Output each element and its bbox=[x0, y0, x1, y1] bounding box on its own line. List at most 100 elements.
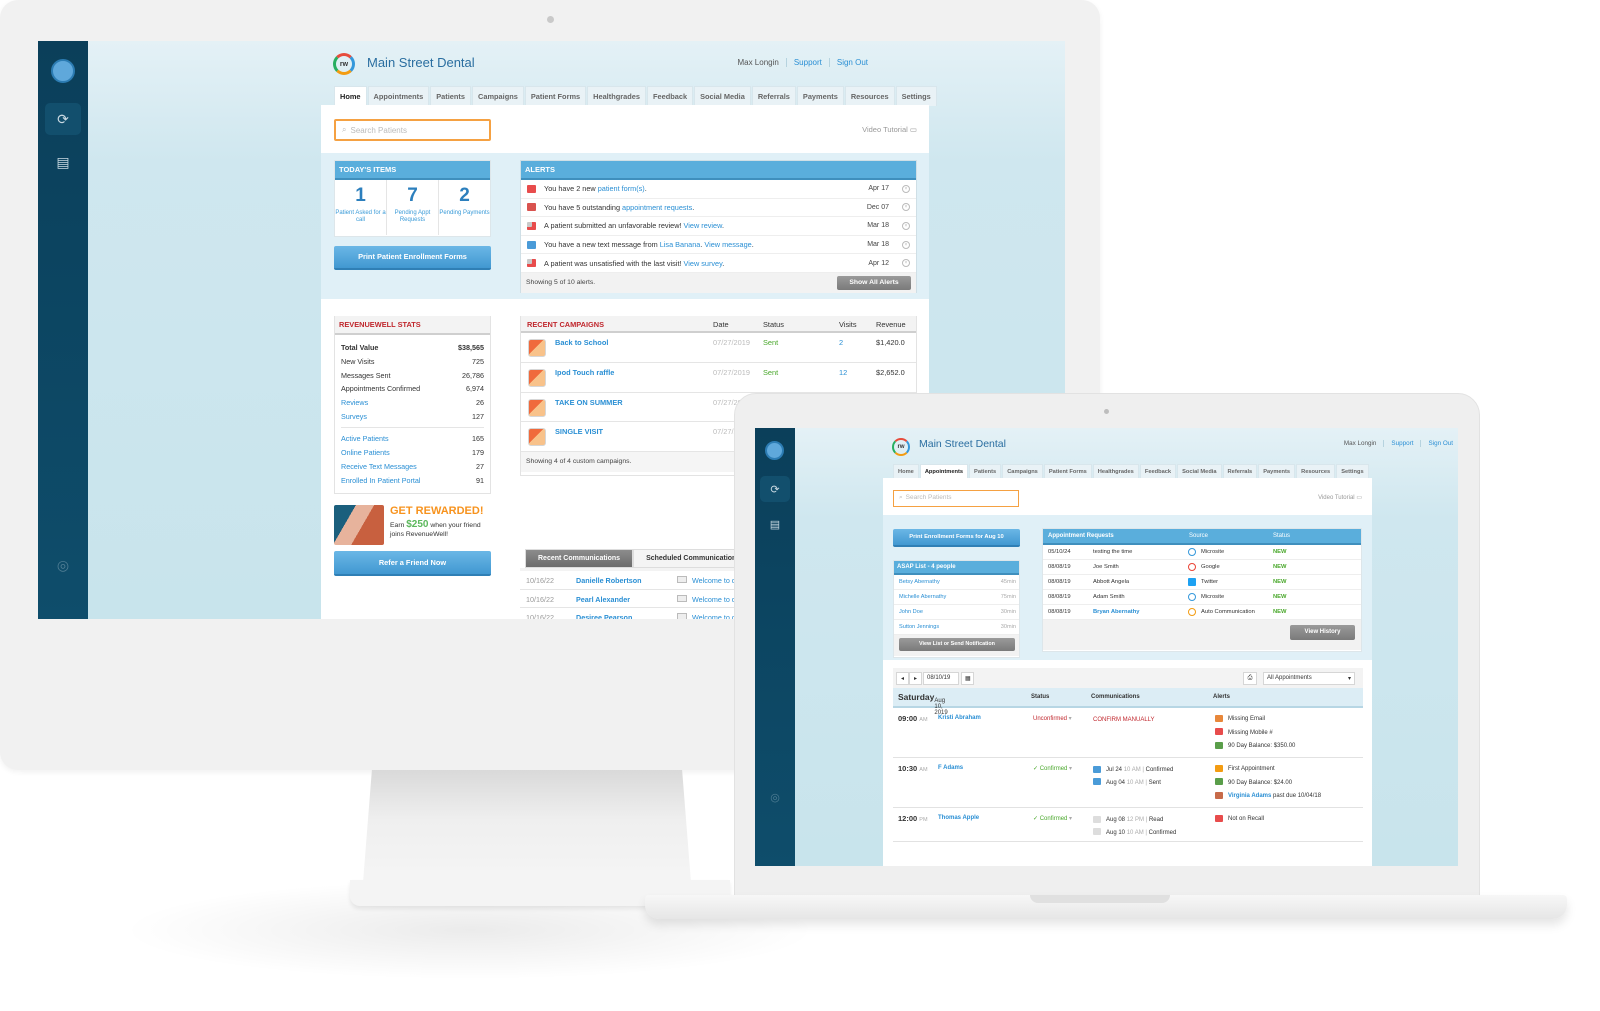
comm-patient[interactable]: Pearl Alexander bbox=[576, 595, 630, 604]
stat-row[interactable]: Reviews 26 bbox=[335, 396, 490, 410]
stat-row[interactable]: Active Patients 165 bbox=[335, 432, 490, 446]
dismiss-icon[interactable]: × bbox=[902, 184, 910, 193]
revenuewell-logo-icon[interactable]: ⟳ bbox=[45, 103, 81, 135]
tab-patient-forms[interactable]: Patient Forms bbox=[524, 86, 587, 106]
tab-resources[interactable]: Resources bbox=[844, 86, 895, 106]
alert-link[interactable]: View message bbox=[704, 240, 751, 249]
patient-name[interactable]: F Adams bbox=[938, 765, 963, 771]
tab-campaigns[interactable]: Campaigns bbox=[1002, 464, 1043, 479]
tab-settings[interactable]: Settings bbox=[1336, 464, 1369, 479]
search-input[interactable]: ⌕ Search Patients bbox=[893, 490, 1019, 507]
request-row[interactable]: 08/08/19 Adam Smith Microsite NEW bbox=[1043, 590, 1361, 605]
revenuewell-logo-icon[interactable]: ⟳ bbox=[760, 476, 790, 502]
next-day-button[interactable]: ▸ bbox=[909, 672, 922, 685]
campaign-name[interactable]: Back to School bbox=[555, 338, 608, 347]
alert-link[interactable]: View review bbox=[684, 221, 722, 230]
asap-row[interactable]: Betsy Abernathy 45min bbox=[894, 575, 1019, 590]
appointment-status-select[interactable]: ✓ Confirmed ▾ bbox=[1033, 765, 1072, 772]
refer-friend-button[interactable]: Refer a Friend Now bbox=[334, 551, 491, 576]
today-item[interactable]: 7 Pending Appt Requests bbox=[387, 180, 439, 235]
request-row[interactable]: 05/10/24 testing the time Microsite NEW bbox=[1043, 545, 1361, 560]
appointment-status-select[interactable]: Unconfirmed ▾ bbox=[1033, 715, 1072, 722]
alert-link[interactable]: appointment requests bbox=[622, 203, 692, 212]
tab-payments[interactable]: Payments bbox=[1258, 464, 1296, 479]
asap-row[interactable]: John Doe 30min bbox=[894, 605, 1019, 620]
stat-row[interactable]: Online Patients 179 bbox=[335, 446, 490, 460]
tab-patient-forms[interactable]: Patient Forms bbox=[1043, 464, 1092, 479]
user-name[interactable]: Max Longin bbox=[1337, 440, 1384, 447]
dismiss-icon[interactable]: × bbox=[902, 203, 910, 212]
request-row[interactable]: 08/08/19 Joe Smith Google NEW bbox=[1043, 560, 1361, 575]
family-member-link[interactable]: Virginia Adams bbox=[1228, 793, 1271, 799]
alert-link[interactable]: patient form(s) bbox=[598, 184, 645, 193]
tab-social-media[interactable]: Social Media bbox=[694, 86, 751, 106]
tab-feedback[interactable]: Feedback bbox=[1139, 464, 1177, 479]
tab-appointments[interactable]: Appointments bbox=[919, 464, 969, 479]
print-enrollment-forms-button[interactable]: Print Patient Enrollment Forms bbox=[334, 246, 491, 270]
calendar-icon[interactable]: ▦ bbox=[961, 672, 974, 685]
comm-patient[interactable]: Desiree Pearson bbox=[576, 613, 632, 619]
stat-row[interactable]: Receive Text Messages 27 bbox=[335, 460, 490, 474]
campaign-visits[interactable]: 2 bbox=[839, 338, 843, 347]
sign-out-link[interactable]: Sign Out bbox=[1420, 440, 1458, 447]
dismiss-icon[interactable]: × bbox=[902, 259, 910, 268]
tab-campaigns[interactable]: Campaigns bbox=[472, 86, 524, 106]
tab-referrals[interactable]: Referrals bbox=[751, 86, 796, 106]
patient-name[interactable]: Kristi Abraham bbox=[938, 715, 981, 721]
appointment-status-select[interactable]: ✓ Confirmed ▾ bbox=[1033, 815, 1072, 822]
sign-out-link[interactable]: Sign Out bbox=[828, 58, 875, 67]
chat-icon[interactable]: ▤ bbox=[760, 511, 790, 537]
request-name[interactable]: Bryan Abernathy bbox=[1093, 609, 1140, 615]
tab-home[interactable]: Home bbox=[893, 464, 919, 479]
campaign-name[interactable]: Ipod Touch raffle bbox=[555, 368, 614, 377]
tab-payments[interactable]: Payments bbox=[796, 86, 844, 106]
stat-row[interactable]: Surveys 127 bbox=[335, 409, 490, 423]
support-link[interactable]: Support bbox=[1383, 440, 1420, 447]
alert-link[interactable]: Lisa Banana bbox=[660, 240, 701, 249]
campaign-name[interactable]: TAKE ON SUMMER bbox=[555, 398, 623, 407]
alert-link[interactable]: View survey bbox=[684, 259, 723, 268]
campaign-visits[interactable]: 12 bbox=[839, 368, 847, 377]
tab-healthgrades[interactable]: Healthgrades bbox=[1092, 464, 1139, 479]
tab-patients[interactable]: Patients bbox=[969, 464, 1002, 479]
campaign-name[interactable]: SINGLE VISIT bbox=[555, 427, 603, 436]
print-icon[interactable]: ⎙ bbox=[1243, 672, 1257, 685]
video-tutorial-link[interactable]: Video Tutorial ▭ bbox=[862, 125, 917, 134]
comm-patient[interactable]: Danielle Robertson bbox=[576, 576, 642, 585]
today-item[interactable]: 1 Patient Asked for a call bbox=[335, 180, 387, 235]
tab-home[interactable]: Home bbox=[334, 86, 367, 106]
tab-settings[interactable]: Settings bbox=[895, 86, 937, 106]
prev-day-button[interactable]: ◂ bbox=[896, 672, 909, 685]
search-input[interactable]: ⌕ Search Patients bbox=[334, 119, 491, 141]
view-history-button[interactable]: View History bbox=[1290, 625, 1355, 640]
dismiss-icon[interactable]: × bbox=[902, 221, 910, 230]
support-link[interactable]: Support bbox=[785, 58, 829, 67]
tab-resources[interactable]: Resources bbox=[1296, 464, 1336, 479]
user-name[interactable]: Max Longin bbox=[730, 58, 785, 67]
tab-feedback[interactable]: Feedback bbox=[646, 86, 694, 106]
tab-patients[interactable]: Patients bbox=[430, 86, 471, 106]
user-avatar-icon[interactable] bbox=[51, 59, 75, 83]
tab-appointments[interactable]: Appointments bbox=[367, 86, 430, 106]
confirm-manually-link[interactable]: CONFIRM MANUALLY bbox=[1093, 717, 1155, 723]
tab-social-media[interactable]: Social Media bbox=[1177, 464, 1222, 479]
stat-row[interactable]: Enrolled In Patient Portal 91 bbox=[335, 473, 490, 487]
chat-icon[interactable]: ▤ bbox=[45, 146, 81, 178]
asap-row[interactable]: Michelle Abernathy 75min bbox=[894, 590, 1019, 605]
video-tutorial-link[interactable]: Video Tutorial ▭ bbox=[1318, 494, 1362, 501]
request-row[interactable]: 08/08/19 Bryan Abernathy Auto Communicatio… bbox=[1043, 605, 1361, 620]
date-input[interactable]: 08/10/19 bbox=[923, 672, 959, 685]
user-avatar-icon[interactable] bbox=[765, 441, 784, 460]
tab-recent-communications[interactable]: Recent Communications bbox=[525, 549, 634, 568]
tab-referrals[interactable]: Referrals bbox=[1222, 464, 1258, 479]
print-enrollment-forms-button[interactable]: Print Enrollment Forms for Aug 10 bbox=[893, 529, 1020, 547]
patient-name[interactable]: Thomas Apple bbox=[938, 815, 979, 821]
request-row[interactable]: 08/08/19 Abbott Angela Twitter NEW bbox=[1043, 575, 1361, 590]
tab-healthgrades[interactable]: Healthgrades bbox=[587, 86, 646, 106]
asap-row[interactable]: Sutton Jennings 30min bbox=[894, 620, 1019, 635]
dismiss-icon[interactable]: × bbox=[902, 240, 910, 249]
appointments-filter-select[interactable]: All Appointments ▾ bbox=[1263, 672, 1355, 685]
view-list-send-notification-button[interactable]: View List or Send Notification bbox=[899, 638, 1015, 651]
show-all-alerts-button[interactable]: Show All Alerts bbox=[837, 275, 911, 290]
today-item[interactable]: 2 Pending Payments bbox=[439, 180, 490, 235]
